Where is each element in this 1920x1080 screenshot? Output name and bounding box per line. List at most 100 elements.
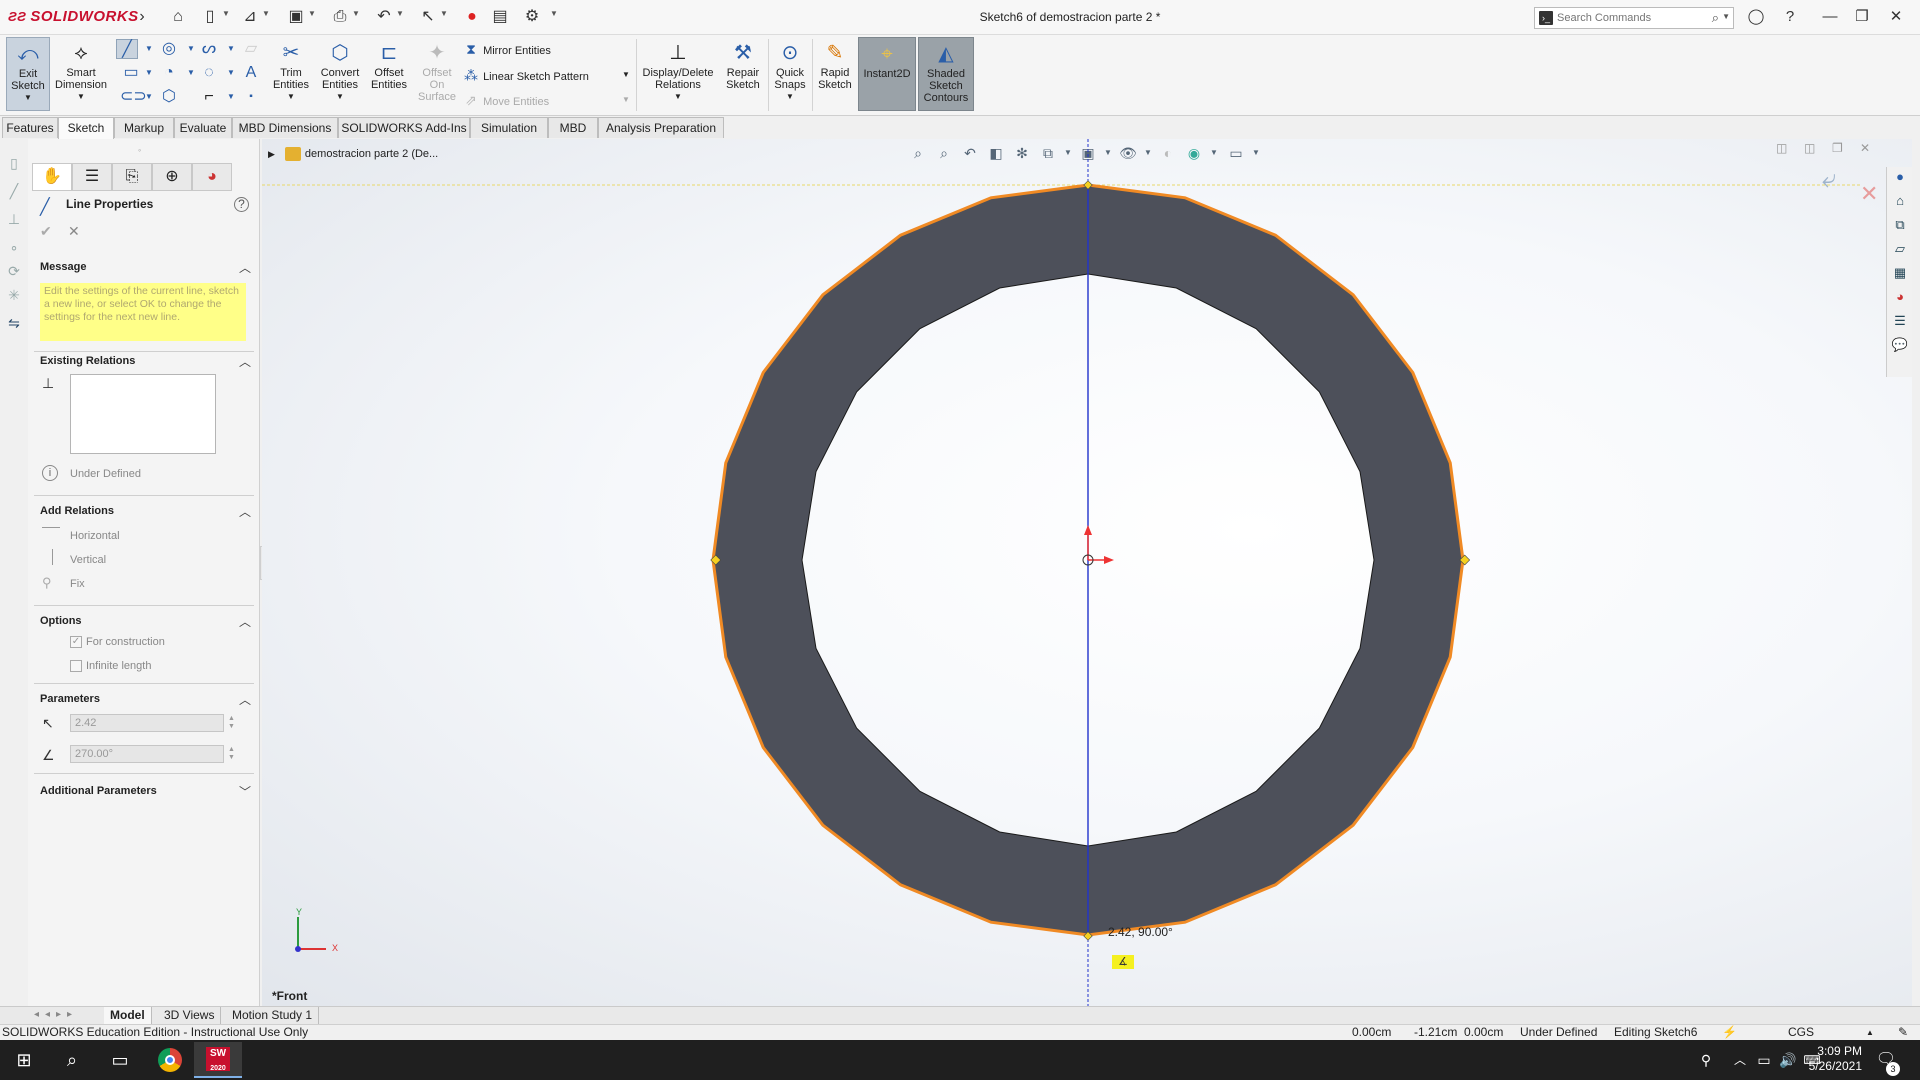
offset-entities-button[interactable]: ⊏ Offset Entities xyxy=(366,37,412,111)
graphics-area[interactable]: ▶ demostracion parte 2 (De... ⌕ ⌕ ↶ ◧ ✻ ⧉… xyxy=(262,139,1912,1006)
chevron-down-icon[interactable]: ﹀ xyxy=(239,783,251,800)
chevron-down-icon[interactable]: ▼ xyxy=(262,9,270,18)
chevron-down-icon[interactable]: ▼ xyxy=(308,9,316,18)
shaded-sketch-contours-button[interactable]: ◭ Shaded Sketch Contours xyxy=(918,37,974,111)
arc-tool-icon[interactable]: ◔ xyxy=(158,63,180,83)
chevron-down-icon[interactable]: ▼ xyxy=(138,39,160,59)
relation-horizontal[interactable]: Horizontal xyxy=(70,530,120,542)
tab-model[interactable]: Model xyxy=(104,1007,152,1025)
relation-fix[interactable]: Fix xyxy=(70,578,85,590)
chevron-up-icon[interactable]: ︿ xyxy=(239,353,251,370)
solidworks-taskbar-button[interactable]: SW 2020 xyxy=(194,1042,242,1078)
offset-on-surface-button[interactable]: ✦ Offset On Surface xyxy=(414,37,460,111)
rapid-sketch-button[interactable]: ✎ Rapid Sketch xyxy=(814,37,856,111)
sketch-strip-icon[interactable]: ▯ xyxy=(5,155,23,173)
centerline-tool-icon[interactable]: ⌐ xyxy=(198,87,220,107)
tab-solidworks-add-ins[interactable]: SOLIDWORKS Add-Ins xyxy=(338,117,470,138)
repair-sketch-button[interactable]: ⚒ Repair Sketch xyxy=(720,37,766,111)
chevron-up-icon[interactable]: ▲ xyxy=(1866,1025,1874,1040)
trim-entities-button[interactable]: ✂ Trim Entities ▼ xyxy=(268,37,314,111)
options-gear-icon[interactable]: ⚙ xyxy=(522,8,542,26)
fillet-tool-icon[interactable]: ◌ xyxy=(198,63,220,83)
chevron-down-icon[interactable]: ▼ xyxy=(1722,12,1730,21)
text-tool-icon[interactable]: A xyxy=(240,63,262,83)
chevron-down-icon[interactable]: ▼ xyxy=(220,63,242,83)
chevron-down-icon[interactable]: ▼ xyxy=(316,91,364,103)
minimize-button[interactable]: — xyxy=(1818,7,1842,27)
polygon-tool-icon[interactable]: ⬡ xyxy=(158,87,180,107)
line-tool-icon[interactable]: ╱ xyxy=(116,39,138,59)
chevron-down-icon[interactable]: ▼ xyxy=(622,65,630,85)
restore-button[interactable]: ❐ xyxy=(1850,7,1874,27)
circle-tool-icon[interactable]: ◎ xyxy=(158,39,180,59)
mirror-strip-icon[interactable]: ⇋ xyxy=(5,315,23,333)
for-construction-checkbox[interactable]: ✓ xyxy=(70,636,82,648)
spline-tool-icon[interactable]: ᔕ xyxy=(198,39,220,59)
scenes-palette-icon[interactable]: ◕ xyxy=(1891,289,1909,307)
feature-tree-tab-icon[interactable]: ☰ xyxy=(72,163,112,191)
relation-vertical[interactable]: Vertical xyxy=(70,554,106,566)
design-library-icon[interactable]: ⌂ xyxy=(1891,193,1909,211)
smart-dimension-button[interactable]: ⟡ Smart Dimension ▼ xyxy=(52,37,110,111)
search-commands[interactable]: ›_ ⌕ ▼ xyxy=(1534,7,1734,29)
chevron-down-icon[interactable]: ▼ xyxy=(220,39,242,59)
mirror-entities-button[interactable]: ⧗ Mirror Entities xyxy=(462,39,551,59)
point-tool-icon[interactable]: ▪ xyxy=(240,87,262,107)
rebuild-traffic-light-icon[interactable]: ● xyxy=(462,8,482,26)
rotate-strip-icon[interactable]: ⟳ xyxy=(5,263,23,281)
tab-mbd[interactable]: MBD xyxy=(548,117,598,138)
search-input[interactable] xyxy=(1557,10,1707,26)
volume-icon[interactable]: 🔊 xyxy=(1776,1048,1800,1072)
tab-evaluate[interactable]: Evaluate xyxy=(174,117,232,138)
chevron-down-icon[interactable]: ▼ xyxy=(138,87,160,107)
rebuild-status-icon[interactable]: ⚡ xyxy=(1722,1025,1737,1040)
close-button[interactable]: ✕ xyxy=(1884,7,1908,27)
save-icon[interactable]: ▣ xyxy=(286,8,306,26)
quick-tips-icon[interactable]: ✎ xyxy=(1898,1025,1908,1040)
chevron-down-icon[interactable]: ▼ xyxy=(222,9,230,18)
tab-analysis-preparation[interactable]: Analysis Preparation xyxy=(598,117,724,138)
search-icon[interactable]: ⌕ xyxy=(60,1048,84,1072)
solidworks-logo[interactable]: ƧƧ SOLIDWORKS xyxy=(8,8,139,25)
point-strip-icon[interactable]: ∘ xyxy=(5,239,23,257)
sketch-canvas[interactable] xyxy=(262,139,1882,1006)
chrome-taskbar-button[interactable] xyxy=(146,1042,194,1078)
angle-input[interactable]: 270.00° xyxy=(70,745,224,763)
chevron-up-icon[interactable]: ︿ xyxy=(239,691,251,708)
plane-tool-icon[interactable]: ▱ xyxy=(240,39,262,59)
panel-grip-icon[interactable]: ◦ xyxy=(138,145,141,155)
relation-strip-icon[interactable]: ⊥ xyxy=(5,211,23,229)
show-hidden-icons-icon[interactable]: ︿ xyxy=(1728,1048,1752,1072)
search-icon[interactable]: ⌕ xyxy=(1712,10,1719,26)
tab-simulation[interactable]: Simulation xyxy=(470,117,548,138)
people-icon[interactable]: ⚲ xyxy=(1694,1048,1718,1072)
forum-icon[interactable]: 💬 xyxy=(1891,337,1909,355)
quick-snaps-button[interactable]: ⊙ Quick Snaps ▼ xyxy=(770,37,810,111)
tab-mbd-dimensions[interactable]: MBD Dimensions xyxy=(232,117,338,138)
help-icon[interactable]: ? xyxy=(1778,7,1802,27)
convert-entities-button[interactable]: ⬡ Convert Entities ▼ xyxy=(316,37,364,111)
chevron-down-icon[interactable]: ▼ xyxy=(7,92,49,104)
display-manager-tab-icon[interactable]: ◕ xyxy=(192,163,232,191)
tab-features[interactable]: Features xyxy=(2,117,58,138)
linear-sketch-pattern-button[interactable]: ⁂ Linear Sketch Pattern xyxy=(462,65,589,85)
unit-system[interactable]: CGS xyxy=(1788,1025,1814,1040)
chevron-down-icon[interactable]: ▼ xyxy=(220,87,242,107)
file-properties-icon[interactable]: ▤ xyxy=(490,8,510,26)
dimxpert-tab-icon[interactable]: ⊕ xyxy=(152,163,192,191)
help-icon[interactable]: ? xyxy=(234,197,249,212)
zoom-strip-icon[interactable]: ✳ xyxy=(5,287,23,305)
network-icon[interactable]: ▭ xyxy=(1752,1048,1776,1072)
print-icon[interactable]: ⎙ xyxy=(330,8,350,26)
undo-icon[interactable]: ↶ xyxy=(374,8,394,26)
chevron-down-icon[interactable]: ▼ xyxy=(352,9,360,18)
exit-sketch-button[interactable]: ⤺ Exit Sketch ▼ xyxy=(6,37,50,111)
move-entities-button[interactable]: ⇗ Move Entities xyxy=(462,90,549,110)
user-account-icon[interactable]: ◯ xyxy=(1744,7,1768,27)
open-folder-icon[interactable]: ⊿ xyxy=(240,8,260,26)
chevron-up-icon[interactable]: ︿ xyxy=(239,613,251,630)
chevron-down-icon[interactable]: ▼ xyxy=(138,63,160,83)
tab-scroll-arrows-icon[interactable]: ◂◂▸▸ xyxy=(34,1009,78,1020)
instant2d-button[interactable]: ⌖ Instant2D xyxy=(858,37,916,111)
new-document-icon[interactable]: ▯ xyxy=(200,8,220,26)
